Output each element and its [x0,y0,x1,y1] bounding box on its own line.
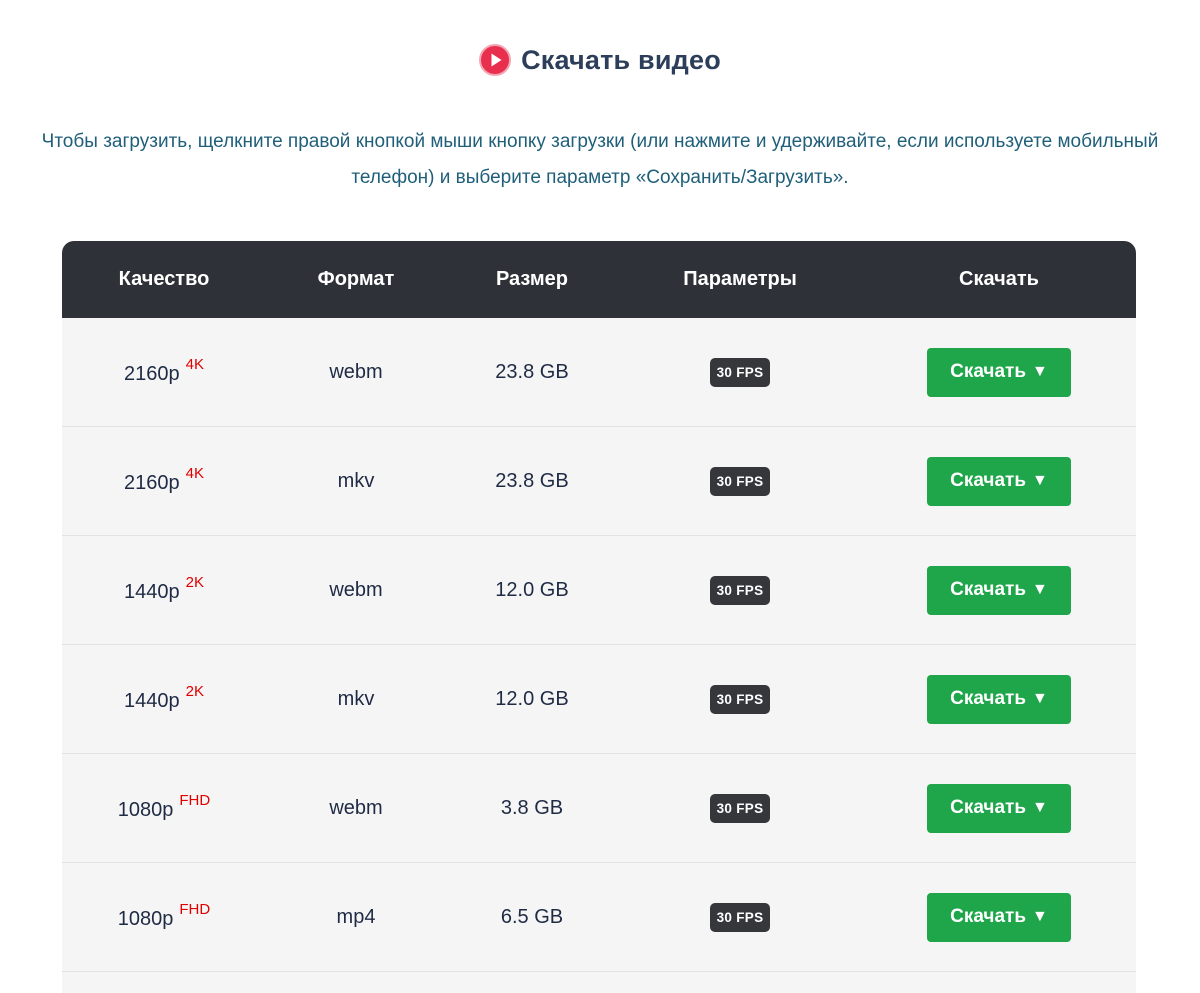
size-cell: 23.8 GB [495,360,569,383]
download-button-label: Скачать [950,906,1027,927]
download-button[interactable]: Скачать ▼ [927,892,1071,942]
download-button[interactable]: Скачать ▼ [927,456,1071,506]
quality-label: 2160p [124,362,180,385]
quality-badge: 4K [185,464,204,482]
params-cell: 30 FPS [618,357,862,387]
format-cell: mkv [337,687,375,710]
quality-cell: 1440p 2K [62,683,266,712]
table-row: 1440p 2K mkv 12.0 GB 30 FPS Скачать ▼ [62,645,1136,754]
column-header-quality: Качество [118,268,210,290]
download-button[interactable]: Скачать ▼ [927,565,1071,615]
play-circle-icon [479,44,512,76]
table-row: 2160p 4K webm 23.8 GB 30 FPS Скачать ▼ [62,318,1136,427]
params-cell: 30 FPS [618,902,862,932]
dropdown-arrow-icon: ▼ [1032,472,1048,489]
params-cell: 30 FPS [618,466,862,496]
column-header-params: Параметры [683,268,797,290]
fps-badge: 30 FPS [709,902,771,932]
quality-badge: 2K [185,682,204,700]
quality-badge: 2K [185,573,204,591]
download-cell: Скачать ▼ [862,565,1136,615]
download-button-label: Скачать [950,688,1027,709]
download-cell: Скачать ▼ [862,892,1136,942]
table-row: 1080p FHD webm 3.8 GB 30 FPS Скачать ▼ [62,754,1136,863]
dropdown-arrow-icon: ▼ [1032,690,1048,707]
dropdown-arrow-icon: ▼ [1032,799,1048,816]
quality-label: 1440p [124,689,180,712]
downloads-table: Качество Формат Размер Параметры Скачать… [62,241,1136,993]
download-button-label: Скачать [950,797,1027,818]
quality-cell: 1440p 2K [62,574,266,603]
quality-badge: FHD [179,791,211,809]
download-button-label: Скачать [950,361,1027,382]
fps-badge: 30 FPS [709,575,771,605]
quality-label: 2160p [124,471,180,494]
params-cell: 30 FPS [618,684,862,714]
table-row: 1440p 2K webm 12.0 GB 30 FPS Скачать ▼ [62,536,1136,645]
page-title: Скачать видео [521,44,721,75]
download-cell: Скачать ▼ [862,783,1136,833]
dropdown-arrow-icon: ▼ [1032,581,1048,598]
format-cell: webm [329,360,383,383]
params-cell: 30 FPS [618,575,862,605]
dropdown-arrow-icon: ▼ [1032,363,1048,380]
format-cell: mp4 [336,905,376,928]
size-cell: 12.0 GB [495,687,569,710]
size-cell: 12.0 GB [495,578,569,601]
table-row: 1080p FHD mp4 6.5 GB 30 FPS Скачать ▼ [62,863,1136,972]
page-header: Скачать видео [0,40,1200,80]
instructions-text: Чтобы загрузить, щелкните правой кнопкой… [41,131,1159,188]
fps-badge: 30 FPS [709,466,771,496]
quality-cell: 1080p FHD [62,792,266,821]
quality-badge: 4K [185,355,204,373]
dropdown-arrow-icon: ▼ [1032,908,1048,925]
quality-label: 1440p [124,580,180,603]
size-cell: 6.5 GB [500,905,564,928]
size-cell: 23.8 GB [495,469,569,492]
quality-label: 1080p [117,798,174,821]
format-cell: mkv [337,469,375,492]
fps-badge: 30 FPS [709,357,771,387]
fps-badge: 30 FPS [709,793,771,823]
quality-badge: FHD [179,900,211,918]
download-button[interactable]: Скачать ▼ [927,347,1071,397]
quality-label: 1080p [117,907,174,930]
format-cell: webm [329,796,383,819]
download-button[interactable]: Скачать ▼ [927,783,1071,833]
page: Скачать видео Чтобы загрузить, щелкните … [0,0,1200,993]
format-cell: webm [329,578,383,601]
download-button-label: Скачать [950,470,1027,491]
download-button[interactable]: Скачать ▼ [927,674,1071,724]
column-header-download: Скачать [959,268,1039,290]
table-row: 2160p 4K mkv 23.8 GB 30 FPS Скачать ▼ [62,427,1136,536]
download-cell: Скачать ▼ [862,347,1136,397]
quality-cell: 2160p 4K [62,465,266,494]
download-button-label: Скачать [950,579,1027,600]
column-header-size: Размер [495,268,569,290]
size-cell: 3.8 GB [500,796,564,819]
fps-badge: 30 FPS [709,684,771,714]
params-cell: 30 FPS [618,793,862,823]
quality-cell: 2160p 4K [62,356,266,385]
quality-cell: 1080p FHD [62,901,266,930]
download-cell: Скачать ▼ [862,674,1136,724]
column-header-format: Формат [317,268,395,290]
table-header: Качество Формат Размер Параметры Скачать [62,241,1136,318]
download-cell: Скачать ▼ [862,456,1136,506]
